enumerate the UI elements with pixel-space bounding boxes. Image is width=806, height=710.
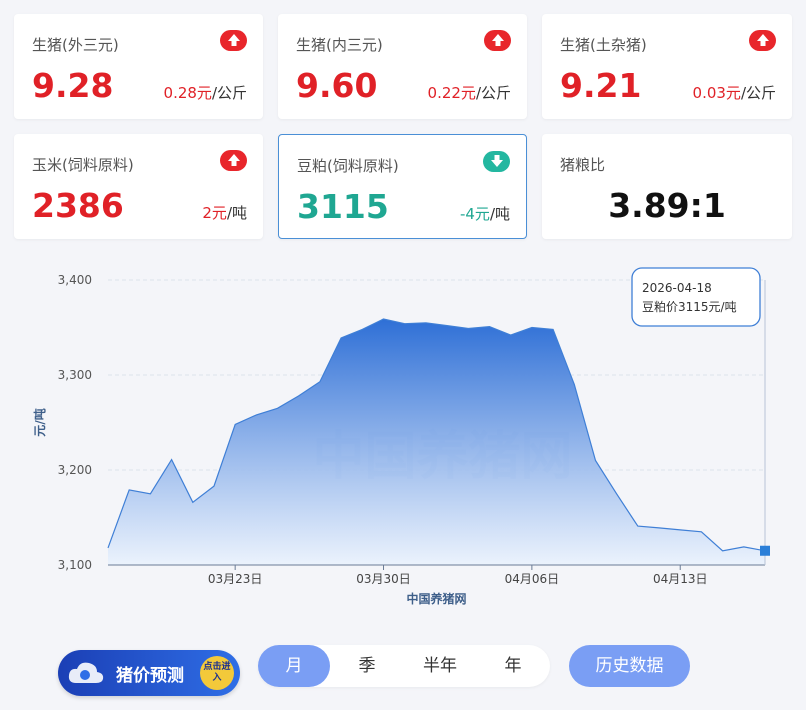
card-title: 豆粕(饲料原料) [297, 157, 399, 175]
tooltip-value: 豆粕价3115元/吨 [642, 299, 737, 314]
period-month-button[interactable]: 月 [258, 645, 330, 687]
card-title: 生猪(内三元) [296, 36, 383, 54]
history-data-button[interactable]: 历史数据 [569, 645, 690, 687]
arrow-up-icon [220, 150, 247, 171]
x-tick-label: 03月30日 [356, 572, 411, 586]
y-tick-label: 3,300 [58, 368, 92, 382]
card-title: 生猪(外三元) [32, 36, 119, 54]
price-card-corn[interactable]: 玉米(饲料原料) 2386 2元/吨 [14, 134, 263, 239]
card-price: 9.28 [32, 66, 114, 105]
price-chart-svg[interactable]: 3,100 3,200 3,300 3,400 元/吨中国养猪网 03月23日 03月30日… [30, 262, 800, 612]
x-tick-label: 04月06日 [505, 572, 560, 586]
period-selector: 月 季 半年 年 [258, 645, 550, 687]
cloud-icon [68, 662, 104, 683]
card-price: 9.21 [560, 66, 642, 105]
forecast-button[interactable]: 猪价预测 点击进入 [58, 650, 240, 696]
arrow-up-icon [749, 30, 776, 51]
price-card-soymeal[interactable]: 豆粕(饲料原料) 3115 -4元/吨 [278, 134, 527, 239]
tooltip-date: 2026-04-18 [642, 281, 712, 295]
arrow-down-icon [483, 151, 510, 172]
x-tick-label: 04月13日 [653, 572, 708, 586]
period-year-button[interactable]: 年 [477, 645, 549, 687]
price-card-pig-outer[interactable]: 生猪(外三元) 9.28 0.28元/公斤 [14, 14, 263, 119]
card-change: 0.28元/公斤 [163, 84, 247, 102]
data-point-marker [760, 545, 770, 556]
x-axis-label: 中国养猪网 [406, 591, 466, 606]
card-title: 猪粮比 [560, 156, 606, 174]
forecast-label: 猪价预测 [116, 666, 184, 686]
x-tick-label: 03月23日 [208, 572, 263, 586]
tooltip: 2026-04-18 豆粕价3115元/吨 [631, 267, 761, 327]
card-change: 0.22元/公斤 [427, 84, 511, 102]
arrow-up-icon [484, 30, 511, 51]
card-price: 3115 [297, 187, 389, 226]
card-price: 2386 [32, 186, 124, 225]
card-price: 9.60 [296, 66, 378, 105]
card-change: -4元/吨 [459, 205, 510, 223]
card-change: 0.03元/公斤 [692, 84, 776, 102]
price-card-hog-grain-ratio[interactable]: 猪粮比 3.89:1 [542, 134, 792, 239]
price-card-pig-inner[interactable]: 生猪(内三元) 9.60 0.22元/公斤 [278, 14, 527, 119]
arrow-up-icon [220, 30, 247, 51]
bottom-controls: 猪价预测 点击进入 月 季 半年 年 历史数据 [0, 645, 806, 696]
tooltip-box [631, 267, 761, 327]
y-tick-label: 3,200 [58, 463, 92, 477]
period-halfyear-button[interactable]: 半年 [404, 645, 476, 687]
card-price: 3.89:1 [608, 186, 726, 225]
forecast-badge: 点击进入 [200, 656, 234, 690]
y-axis-label: 元/吨 [32, 408, 47, 436]
card-title: 玉米(饲料原料) [32, 156, 134, 174]
card-change: 2元/吨 [202, 204, 247, 222]
price-card-pig-native[interactable]: 生猪(土杂猪) 9.21 0.03元/公斤 [542, 14, 792, 119]
y-tick-label: 3,100 [58, 558, 92, 572]
y-tick-label: 3,400 [58, 273, 92, 287]
price-chart[interactable]: 3,100 3,200 3,300 3,400 元/吨中国养猪网 03月23日 03月30日… [30, 262, 800, 612]
card-title: 生猪(土杂猪) [560, 36, 647, 54]
period-quarter-button[interactable]: 季 [331, 645, 403, 687]
